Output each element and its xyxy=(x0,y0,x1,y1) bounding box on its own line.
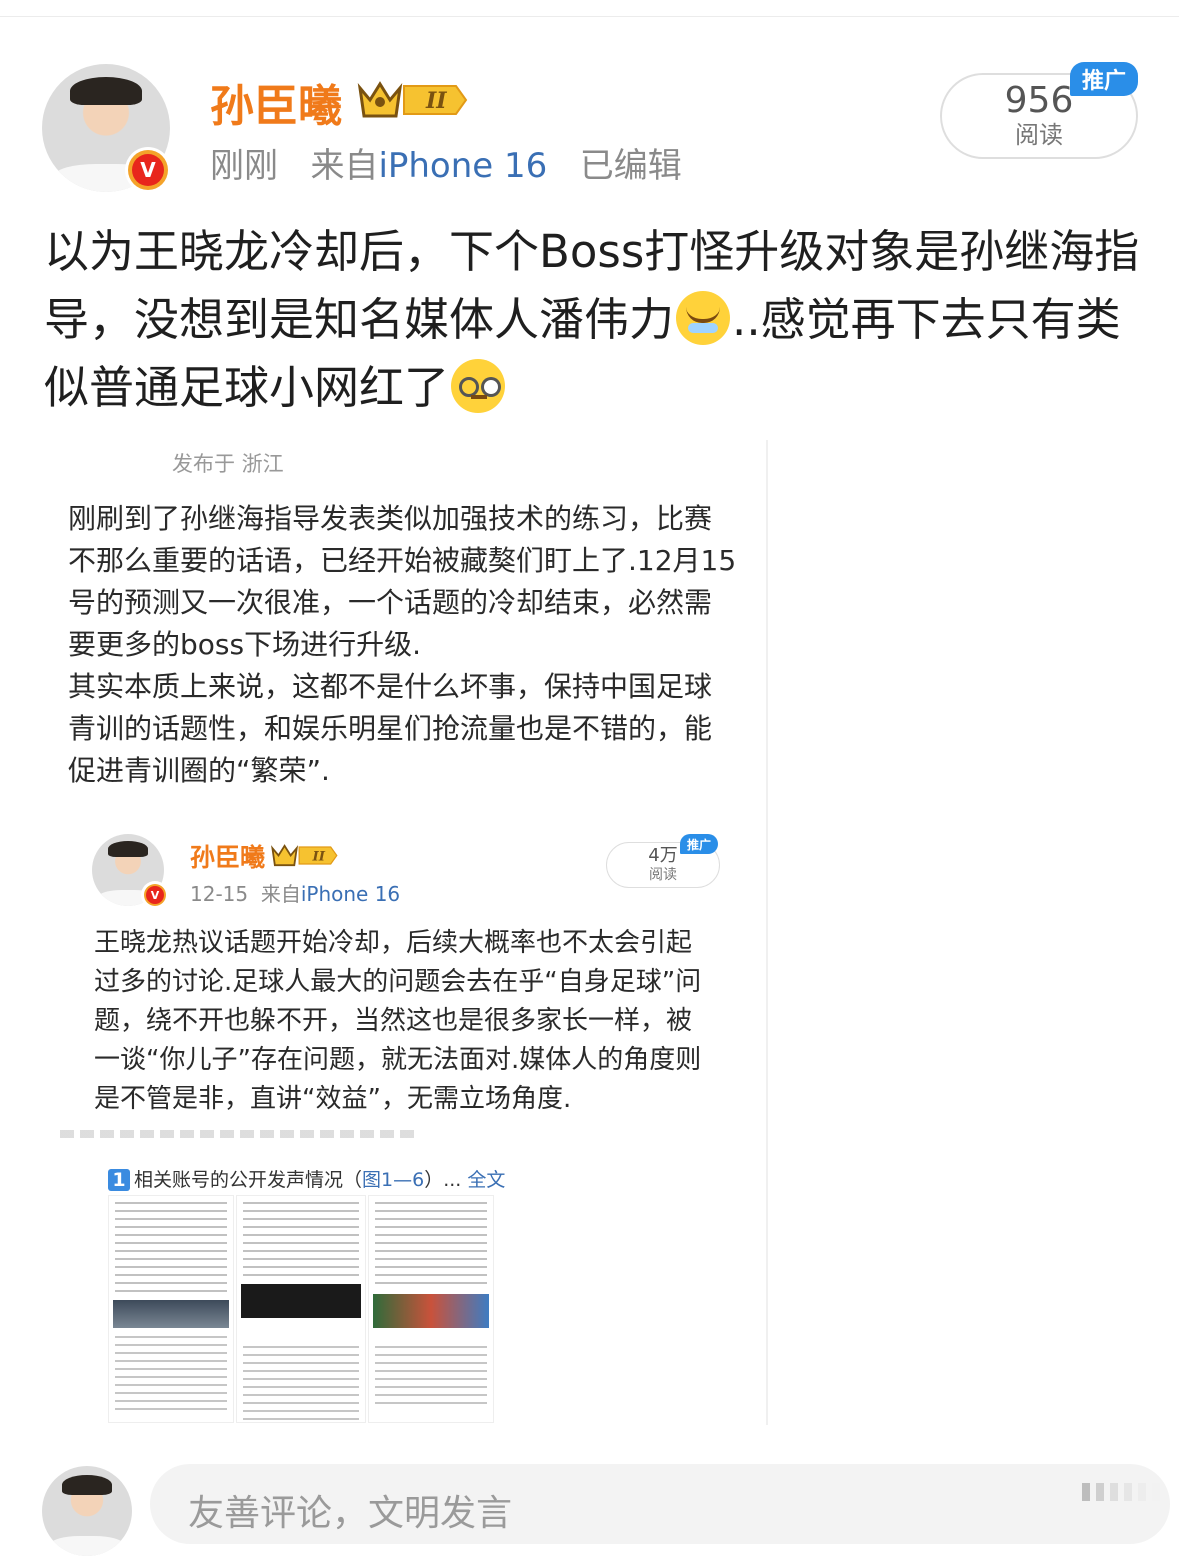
source-device-link[interactable]: iPhone 16 xyxy=(378,146,547,186)
author-name[interactable]: 孙臣曦 xyxy=(210,70,342,134)
quoted-source-device: iPhone 16 xyxy=(300,882,401,906)
quoted-verified-badge-icon: V xyxy=(144,884,166,906)
comment-placeholder: 友善评论，文明发言 xyxy=(188,1493,513,1534)
collage-full-text-link: 全文 xyxy=(467,1169,506,1191)
verified-badge-icon: V xyxy=(128,150,168,190)
laugh-cry-emoji-icon xyxy=(676,291,731,345)
level-badge-text: II xyxy=(425,88,447,114)
blank-stare-emoji-icon xyxy=(451,359,506,413)
edited-label[interactable]: 已编辑 xyxy=(580,146,682,186)
top-divider xyxy=(0,16,1179,17)
screenshot-paragraph-1: 刚刷到了孙继海指导发表类似加强技术的练习，比赛不那么重要的话语，已经开始被藏獒们… xyxy=(68,502,737,661)
quoted-reads-label: 阅读 xyxy=(649,867,677,883)
more-options-icon[interactable] xyxy=(1082,1477,1172,1505)
quoted-post-time: 12-15 xyxy=(190,882,249,906)
collage-ref-link: 图1—6 xyxy=(362,1169,425,1191)
post-time: 刚刚 xyxy=(210,146,278,186)
collage-caption: 1 相关账号的公开发声情况（图1—6）... 全文 xyxy=(108,1165,505,1192)
collage-thumb-3 xyxy=(368,1195,494,1423)
reads-label: 阅读 xyxy=(1015,121,1063,149)
current-user-avatar[interactable] xyxy=(42,1466,132,1556)
collage-ref-open: （ xyxy=(343,1169,363,1191)
promote-tag[interactable]: 推广 xyxy=(1070,62,1138,96)
quoted-source-prefix: 来自 xyxy=(260,882,301,906)
post-meta: 刚刚 来自iPhone 16 已编辑 xyxy=(210,138,682,187)
collage-thumb-1 xyxy=(108,1195,234,1423)
collage-thumb-2 xyxy=(236,1195,366,1423)
quoted-level-badge-text: II xyxy=(312,848,326,864)
cutoff-text-line xyxy=(60,1130,420,1138)
collage-title: 相关账号的公开发声情况 xyxy=(134,1169,344,1191)
quoted-promote-tag: 推广 xyxy=(680,834,718,854)
comment-input[interactable]: 友善评论，文明发言 xyxy=(150,1464,1170,1544)
collage-ref-close: ）... xyxy=(424,1169,462,1191)
quoted-post-body: 王晓龙热议话题开始冷却，后续大概率也不太会引起过多的讨论.足球人最大的问题会去在… xyxy=(94,928,702,1114)
screenshot-text: 刚刷到了孙继海指导发表类似加强技术的练习，比赛不那么重要的话语，已经开始被藏獒们… xyxy=(68,498,738,792)
quoted-author-name: 孙臣曦 xyxy=(190,843,266,872)
quoted-crown-level-icon: II xyxy=(271,844,338,867)
source-prefix: 来自 xyxy=(310,146,379,186)
screenshot-location: 发布于 浙江 xyxy=(172,452,284,476)
crown-level-icon: II xyxy=(357,81,468,118)
collage-number: 1 xyxy=(108,1169,130,1191)
quoted-post-meta: 12-15 来自iPhone 16 xyxy=(190,878,400,907)
screenshot-paragraph-2: 其实本质上来说，这都不是什么坏事，保持中国足球青训的话题性，和娱乐明星们抢流量也… xyxy=(68,670,713,787)
post-body: 以为王晓龙冷却后，下个Boss打怪升级对象是孙继海指导，没想到是知名媒体人潘伟力… xyxy=(44,218,1144,422)
